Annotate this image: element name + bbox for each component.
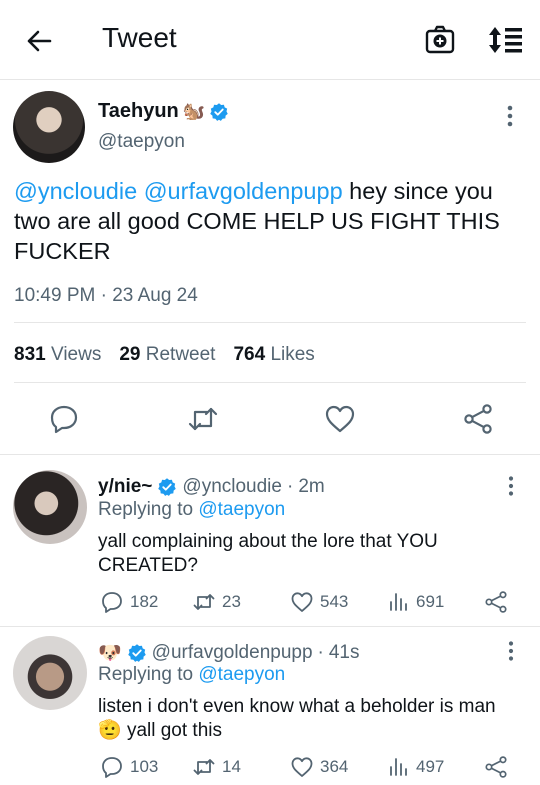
share-icon xyxy=(485,591,507,613)
reply-header[interactable]: y/nie~ @yncloudie · 2m xyxy=(98,476,325,498)
author-handle[interactable]: @taepyon xyxy=(98,131,185,153)
reply-time: 41s xyxy=(328,642,360,663)
share-action[interactable] xyxy=(484,755,508,779)
divider xyxy=(14,322,526,323)
retweet-action[interactable]: 14 xyxy=(192,755,241,779)
like-count: 364 xyxy=(320,757,349,776)
saluting-face-emoji-icon: 🫡 xyxy=(98,720,122,741)
dog-emoji-icon: 🐶 xyxy=(98,643,122,664)
share-icon[interactable] xyxy=(462,403,494,435)
reply-action[interactable]: 103 xyxy=(100,755,158,779)
views-chart-icon xyxy=(390,758,407,776)
mention-link[interactable]: @yncloudie xyxy=(14,178,137,204)
top-bar: Tweet xyxy=(0,0,540,80)
reply-handle: @yncloudie xyxy=(182,476,282,497)
reply-icon xyxy=(102,757,122,778)
author-avatar[interactable] xyxy=(13,91,85,163)
retweet-count: 14 xyxy=(222,757,241,776)
replying-to-link[interactable]: @taepyon xyxy=(198,664,285,685)
like-action[interactable]: 543 xyxy=(290,590,348,614)
back-arrow-icon[interactable] xyxy=(24,26,54,56)
views-action[interactable]: 497 xyxy=(386,755,444,779)
author-name-row[interactable]: Taehyun 🐿️ xyxy=(98,100,229,123)
reply-count: 182 xyxy=(130,592,159,611)
reply-header[interactable]: 🐶 @urfavgoldenpupp · 41s xyxy=(98,641,360,665)
like-heart-icon xyxy=(291,592,313,612)
tweet-timestamp: 10:49 PM · 23 Aug 24 xyxy=(14,285,198,306)
like-count: 543 xyxy=(320,592,349,611)
likes-stat[interactable]: 764 Likes xyxy=(233,344,314,366)
tweet-text: @yncloudie @urfavgoldenpupp hey since yo… xyxy=(14,176,526,266)
reply-time: 2m xyxy=(298,476,325,497)
reply-action[interactable]: 182 xyxy=(100,590,158,614)
reply-author-name: y/nie~ xyxy=(98,476,153,497)
reply-text: yall complaining about the lore that YOU… xyxy=(98,531,438,576)
share-action[interactable] xyxy=(484,590,508,614)
more-options-icon[interactable] xyxy=(502,475,520,497)
page-title: Tweet xyxy=(102,22,177,53)
retweet-icon xyxy=(193,594,215,610)
camera-plus-icon[interactable] xyxy=(424,24,456,56)
views-stat: 831 Views xyxy=(14,344,102,365)
reply-avatar[interactable] xyxy=(13,470,87,544)
reply-count: 103 xyxy=(130,757,159,776)
views-action[interactable]: 691 xyxy=(386,590,444,614)
more-options-icon[interactable] xyxy=(500,104,520,128)
views-count: 691 xyxy=(416,592,445,611)
separator-dot: · xyxy=(286,476,294,497)
divider xyxy=(0,626,540,627)
replying-to: Replying to @taepyon xyxy=(98,664,286,685)
verified-badge-icon xyxy=(158,478,177,496)
like-heart-icon[interactable] xyxy=(324,403,356,435)
verified-badge-icon xyxy=(210,102,228,121)
views-chart-icon xyxy=(390,593,407,611)
tweet-stats: 831 Views 29 Retweet 764 Likes xyxy=(14,344,315,366)
more-options-icon[interactable] xyxy=(502,640,520,662)
divider xyxy=(0,454,540,455)
like-action[interactable]: 364 xyxy=(290,755,348,779)
author-name: Taehyun xyxy=(98,100,179,122)
retweet-action[interactable]: 23 xyxy=(192,590,241,614)
retweet-stat[interactable]: 29 Retweet xyxy=(119,344,215,366)
retweet-icon[interactable] xyxy=(187,403,219,435)
squirrel-emoji-icon: 🐿️ xyxy=(182,101,206,121)
retweet-icon xyxy=(193,759,215,775)
reply-icon[interactable] xyxy=(48,403,80,435)
retweet-count: 23 xyxy=(222,592,241,611)
reply-text: listen i don't even know what a beholder… xyxy=(98,696,496,741)
sort-icon[interactable] xyxy=(488,25,524,55)
reply-icon xyxy=(102,592,122,613)
replying-to: Replying to @taepyon xyxy=(98,499,286,520)
reply-avatar[interactable] xyxy=(13,636,87,710)
divider xyxy=(14,382,526,383)
mention-link[interactable]: @urfavgoldenpupp xyxy=(144,178,343,204)
verified-badge-icon xyxy=(127,644,146,662)
reply-handle: @urfavgoldenpupp xyxy=(151,642,313,663)
separator-dot: · xyxy=(317,642,324,663)
share-icon xyxy=(485,756,507,778)
replying-to-link[interactable]: @taepyon xyxy=(198,499,285,520)
like-heart-icon xyxy=(291,757,313,777)
views-count: 497 xyxy=(416,757,445,776)
